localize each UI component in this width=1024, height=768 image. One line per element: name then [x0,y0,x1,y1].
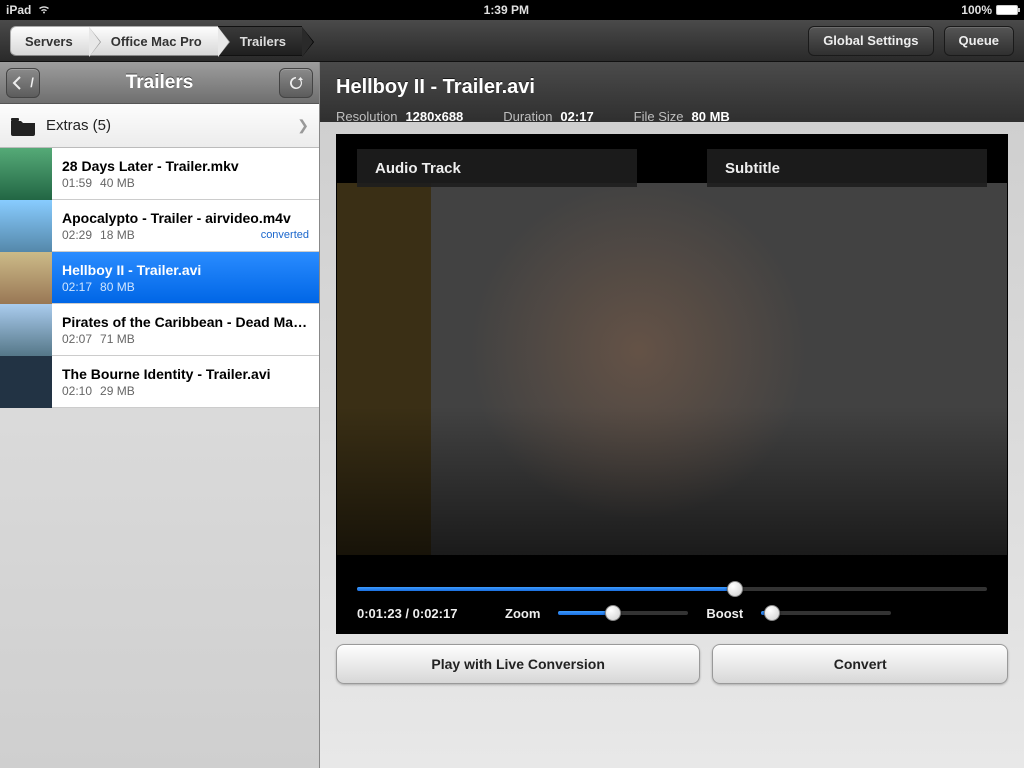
top-toolbar: Servers Office Mac Pro Trailers Global S… [0,20,1024,62]
thumbnail [0,252,52,304]
file-duration: 01:59 [62,176,92,190]
file-size: 18 MB [100,228,135,242]
breadcrumb-office-mac-pro[interactable]: Office Mac Pro [89,26,218,56]
duration-label: Duration [503,109,552,124]
file-duration: 02:10 [62,384,92,398]
seek-slider[interactable] [357,581,987,597]
file-size: 80 MB [100,280,135,294]
global-settings-button[interactable]: Global Settings [808,26,933,56]
thumbnail [0,304,52,356]
filesize-value: 80 MB [692,109,730,124]
sidebar-title: Trailers [46,72,273,94]
audio-track-label: Audio Track [375,160,461,177]
sidebar: / Trailers Extras (5) ❯ 28 Days Later - … [0,62,320,768]
file-size: 71 MB [100,332,135,346]
queue-button[interactable]: Queue [944,26,1014,56]
audio-track-selector[interactable]: Audio Track [357,149,637,187]
device-label: iPad [6,3,31,17]
file-title: 28 Days Later - Trailer.mkv [62,158,309,174]
battery-pct: 100% [961,3,992,17]
timecode: 0:01:23 / 0:02:17 [357,606,487,621]
back-button[interactable]: / [6,68,40,98]
boost-slider[interactable] [761,605,891,621]
clock: 1:39 PM [51,3,961,17]
status-bar: iPad 1:39 PM 100% [0,0,1024,20]
breadcrumb-trailers: Trailers [218,26,302,56]
file-row[interactable]: Pirates of the Caribbean - Dead Man's… 0… [0,304,319,356]
thumbnail [0,148,52,200]
zoom-slider[interactable] [558,605,688,621]
file-duration: 02:29 [62,228,92,242]
thumbnail [0,356,52,408]
file-row[interactable]: The Bourne Identity - Trailer.avi 02:10 … [0,356,319,408]
duration-value: 02:17 [560,109,593,124]
wifi-icon [37,3,51,17]
file-title: Pirates of the Caribbean - Dead Man's… [62,314,309,330]
resolution-label: Resolution [336,109,397,124]
file-row[interactable]: 28 Days Later - Trailer.mkv 01:59 40 MB [0,148,319,200]
convert-button[interactable]: Convert [712,644,1008,684]
file-row-selected[interactable]: Hellboy II - Trailer.avi 02:17 80 MB [0,252,319,304]
detail-pane: Hellboy II - Trailer.avi Resolution 1280x… [320,62,1024,768]
file-status: converted [261,229,309,241]
file-title: The Bourne Identity - Trailer.avi [62,366,309,382]
play-live-conversion-button[interactable]: Play with Live Conversion [336,644,700,684]
file-size: 40 MB [100,176,135,190]
breadcrumb: Servers Office Mac Pro Trailers [10,26,302,56]
subtitle-label: Subtitle [725,160,780,177]
file-row[interactable]: Apocalypto - Trailer - airvideo.m4v 02:2… [0,200,319,252]
sidebar-header: / Trailers [0,62,319,104]
folder-icon [10,116,36,136]
boost-label: Boost [706,606,743,621]
filesize-label: File Size [634,109,684,124]
folder-extras[interactable]: Extras (5) ❯ [0,104,319,148]
thumbnail [0,200,52,252]
resolution-value: 1280x688 [405,109,463,124]
file-size: 29 MB [100,384,135,398]
detail-meta: Resolution 1280x688 Duration 02:17 File Si… [336,109,1008,124]
folder-label: Extras (5) [46,117,287,134]
breadcrumb-servers[interactable]: Servers [10,26,89,56]
video-frame [337,183,1007,555]
player-controls: 0:01:23 / 0:02:17 Zoom Boost [357,581,987,621]
battery-icon [996,5,1018,15]
refresh-button[interactable] [279,68,313,98]
video-player[interactable]: Audio Track Subtitle 0:01:23 / 0:02:17 Z… [336,134,1008,634]
subtitle-selector[interactable]: Subtitle [707,149,987,187]
file-title: Apocalypto - Trailer - airvideo.m4v [62,210,309,226]
file-title: Hellboy II - Trailer.avi [62,262,309,278]
file-duration: 02:17 [62,280,92,294]
file-duration: 02:07 [62,332,92,346]
detail-title: Hellboy II - Trailer.avi [336,76,1008,99]
zoom-label: Zoom [505,606,540,621]
back-label: / [30,75,34,90]
chevron-right-icon: ❯ [297,117,309,134]
